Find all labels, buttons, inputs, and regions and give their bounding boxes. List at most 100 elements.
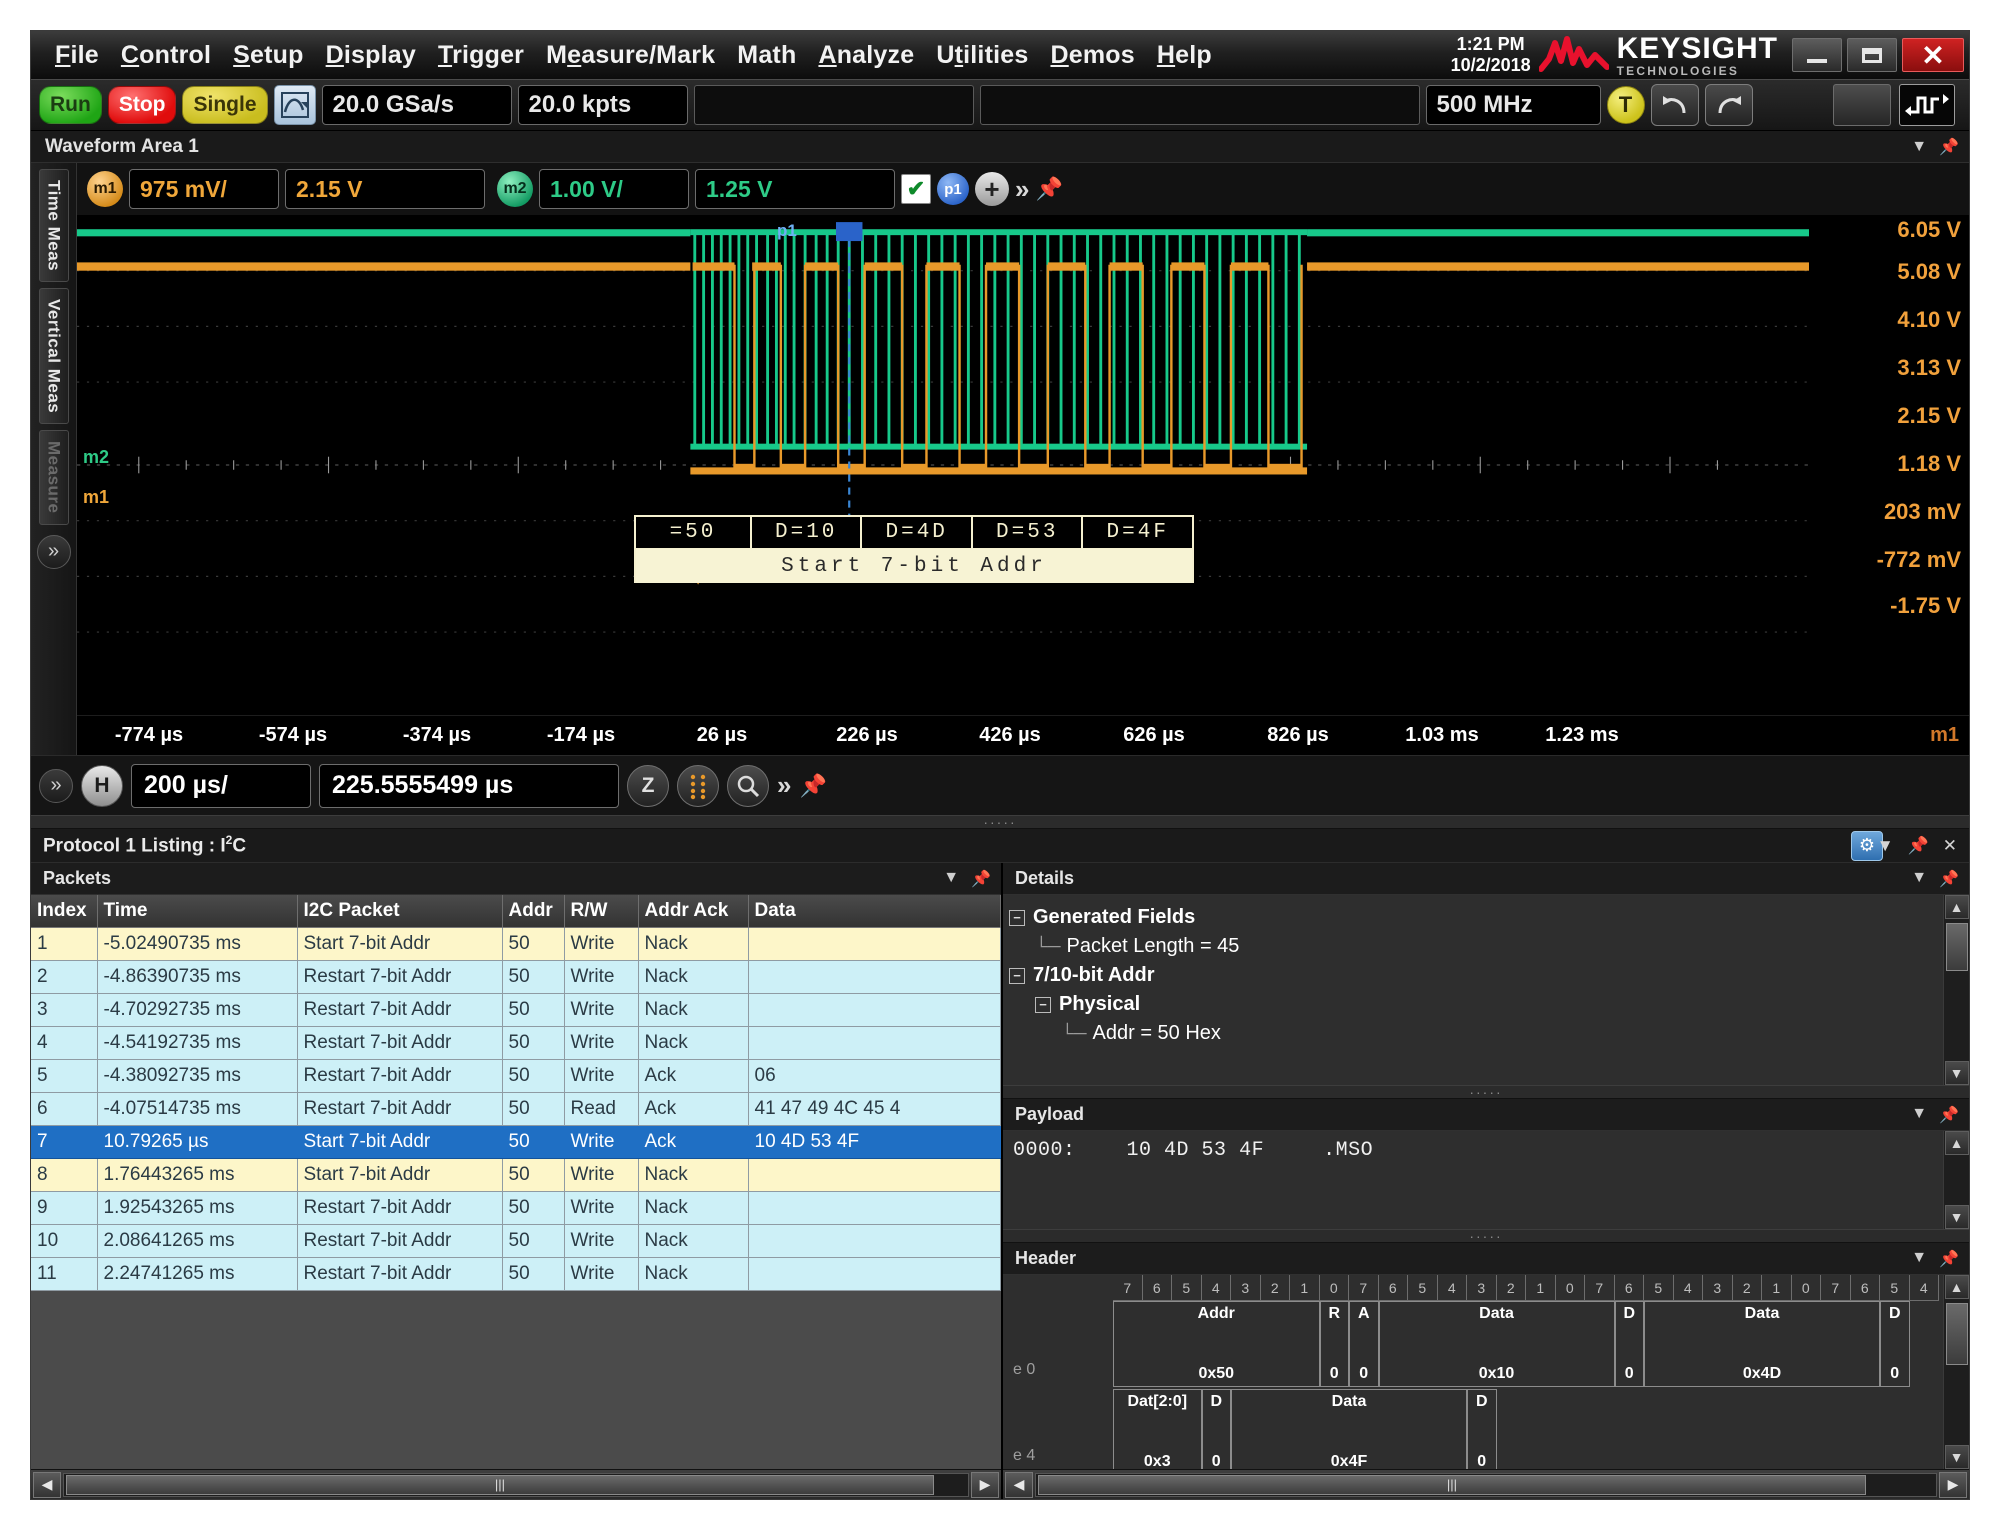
- menu-demos[interactable]: Demos: [1050, 41, 1134, 70]
- protocol-decode-bus[interactable]: =50 D=10 D=4D D=53 D=4F Start 7-bit Addr: [634, 515, 1194, 583]
- menu-measure-mark[interactable]: Measure/Mark: [546, 41, 715, 70]
- header-pin-icon[interactable]: 📌: [1939, 1249, 1959, 1269]
- rail-expand-icon[interactable]: »: [36, 534, 71, 569]
- menu-control[interactable]: Control: [121, 41, 211, 70]
- collapse-icon[interactable]: −: [1009, 909, 1025, 926]
- maximize-button[interactable]: [1847, 38, 1897, 72]
- packets-scroll-left-button[interactable]: ◀: [33, 1471, 61, 1498]
- toolbar-slot-a[interactable]: [693, 85, 974, 125]
- rail-tab-vertical-meas[interactable]: Vertical Meas: [38, 288, 69, 425]
- details-payload-splitter[interactable]: ·····: [1003, 1084, 1969, 1100]
- payload-header-splitter[interactable]: ·····: [1003, 1228, 1969, 1244]
- header-field[interactable]: D0: [1614, 1301, 1644, 1387]
- menu-analyze[interactable]: Analyze: [818, 41, 914, 70]
- table-row[interactable]: 5 -4.38092735 ms Restart 7-bit Addr 50 Write…: [31, 1059, 1001, 1093]
- tree-node[interactable]: └─ Addr = 50 Hex: [1009, 1019, 1963, 1048]
- details-tree[interactable]: − Generated Fields └─ Packet Length = 45−7/…: [1003, 895, 1969, 1085]
- table-row[interactable]: 4 -4.54192735 ms Restart 7-bit Addr 50 Write…: [31, 1026, 1001, 1060]
- protocol-close-icon[interactable]: ✕: [1943, 836, 1957, 856]
- payload-scroll-down-button[interactable]: ▼: [1944, 1205, 1969, 1229]
- payload-body[interactable]: 0000: 10 4D 53 4F .MSO ▲ ▼: [1003, 1131, 1969, 1229]
- header-scroll-thumb[interactable]: [1945, 1303, 1968, 1365]
- toolbar-slot-b[interactable]: [979, 85, 1420, 125]
- packets-scroll-right-button[interactable]: ▶: [971, 1471, 999, 1498]
- header-field[interactable]: Data 0x10: [1378, 1301, 1615, 1387]
- channel-m1-badge[interactable]: m1: [87, 171, 123, 207]
- autoscale-button[interactable]: [273, 85, 316, 125]
- header-scroll-up-button[interactable]: ▲: [1944, 1275, 1969, 1299]
- channel-more-icon[interactable]: »: [1015, 174, 1029, 205]
- table-row[interactable]: 1 -5.02490735 ms Start 7-bit Addr 50 Write Na…: [31, 927, 1001, 961]
- close-button[interactable]: ✕: [1902, 38, 1964, 72]
- tree-node[interactable]: − Physical: [1009, 990, 1963, 1019]
- header-field[interactable]: A0: [1349, 1301, 1379, 1387]
- channel-m2-offset[interactable]: 1.25 V: [695, 169, 895, 209]
- auto-setup-button[interactable]: [1899, 84, 1955, 126]
- waveform-grid[interactable]: m2 m1 p1 =50 D=10 D=4D D=53 D=4F Start 7…: [77, 215, 1809, 715]
- header-scroll-right-button[interactable]: ▶: [1939, 1471, 1967, 1498]
- table-row[interactable]: 8 1.76443265 ms Start 7-bit Addr 50 Write Nac…: [31, 1158, 1001, 1192]
- protocol-dropdown-icon[interactable]: ▼: [1877, 836, 1894, 856]
- timebase-position-field[interactable]: 225.5555499 µs: [319, 763, 619, 808]
- channel-pin-icon[interactable]: 📌: [1035, 176, 1062, 202]
- header-scroll-down-button[interactable]: ▼: [1944, 1445, 1969, 1469]
- sample-rate-field[interactable]: 20.0 GSa/s: [321, 85, 512, 125]
- col-addr[interactable]: Addr: [502, 895, 565, 928]
- segmented-memory-button[interactable]: [677, 764, 719, 807]
- payload-vscrollbar[interactable]: ▲ ▼: [1943, 1131, 1969, 1229]
- tree-node[interactable]: └─ Packet Length = 45: [1009, 932, 1963, 961]
- header-hscroll-thumb[interactable]: |||: [1038, 1474, 1866, 1495]
- col-index[interactable]: Index: [31, 895, 98, 928]
- channel-m1-scale[interactable]: 975 mV/: [129, 169, 279, 209]
- header-field[interactable]: Dat[2:0] 0x3: [1113, 1389, 1202, 1469]
- table-row[interactable]: 2 -4.86390735 ms Restart 7-bit Addr 50 Write…: [31, 960, 1001, 994]
- bandwidth-field[interactable]: 500 MHz: [1425, 85, 1601, 125]
- details-scroll-down-button[interactable]: ▼: [1944, 1061, 1969, 1085]
- header-field[interactable]: R0: [1319, 1301, 1349, 1387]
- col-addrack[interactable]: Addr Ack: [638, 895, 749, 928]
- zoom-mode-button[interactable]: Z: [627, 764, 669, 807]
- menu-help[interactable]: Help: [1157, 41, 1212, 70]
- ground-marker-m1[interactable]: m1: [83, 487, 109, 508]
- col-rw[interactable]: R/W: [564, 895, 639, 928]
- timebase-pin-icon[interactable]: 📌: [799, 773, 826, 799]
- ground-marker-m2[interactable]: m2: [83, 447, 109, 468]
- screenshot-button[interactable]: [1833, 84, 1891, 126]
- protocol-p1-badge[interactable]: p1: [937, 173, 969, 205]
- table-row[interactable]: 11 2.24741265 ms Restart 7-bit Addr 50 Write…: [31, 1257, 1001, 1291]
- table-row[interactable]: 9 1.92543265 ms Restart 7-bit Addr 50 Write N…: [31, 1191, 1001, 1225]
- redo-button[interactable]: [1704, 84, 1753, 126]
- table-row[interactable]: 10 2.08641265 ms Restart 7-bit Addr 50 Write…: [31, 1224, 1001, 1258]
- protocol-pin-icon[interactable]: 📌: [1908, 836, 1929, 856]
- header-field[interactable]: Data 0x4D: [1644, 1301, 1880, 1387]
- timebase-scale-field[interactable]: 200 µs/: [131, 763, 311, 808]
- channel-m2-scale[interactable]: 1.00 V/: [539, 169, 689, 209]
- run-button[interactable]: Run: [39, 86, 102, 124]
- header-scroll-left-button[interactable]: ◀: [1005, 1471, 1033, 1498]
- details-dropdown-icon[interactable]: ▼: [1911, 869, 1927, 889]
- collapse-icon[interactable]: −: [1035, 996, 1051, 1013]
- channel-m2-badge[interactable]: m2: [497, 171, 533, 207]
- header-hscrollbar[interactable]: ◀ ||| ▶: [1003, 1469, 1969, 1499]
- header-hscroll-track[interactable]: |||: [1035, 1472, 1937, 1497]
- details-scroll-thumb[interactable]: [1945, 923, 1968, 971]
- tree-node[interactable]: − Generated Fields: [1009, 903, 1963, 932]
- header-field[interactable]: Data 0x4F: [1231, 1389, 1467, 1469]
- stop-button[interactable]: Stop: [107, 86, 177, 124]
- search-button[interactable]: [727, 764, 769, 807]
- packets-hscrollbar[interactable]: ◀ ||| ▶: [31, 1469, 1001, 1499]
- tree-node[interactable]: −7/10-bit Addr: [1009, 961, 1963, 990]
- channel-m1-offset[interactable]: 2.15 V: [285, 169, 485, 209]
- rail-tab-measure[interactable]: Measure: [38, 430, 69, 525]
- undo-button[interactable]: [1650, 84, 1699, 126]
- table-row[interactable]: 3 -4.70292735 ms Restart 7-bit Addr 50 Write…: [31, 993, 1001, 1027]
- waveform-pin-icon[interactable]: 📌: [1939, 137, 1959, 157]
- details-vscrollbar[interactable]: ▲ ▼: [1943, 895, 1969, 1085]
- packets-pin-icon[interactable]: 📌: [971, 869, 991, 889]
- table-row[interactable]: 7 10.79265 µs Start 7-bit Addr 50 Write Ack 10…: [31, 1125, 1001, 1159]
- header-field[interactable]: D0: [1467, 1389, 1497, 1469]
- menu-math[interactable]: Math: [737, 41, 796, 70]
- waveform-dropdown-icon[interactable]: ▼: [1911, 138, 1927, 156]
- rail-tab-time-meas[interactable]: Time Meas: [38, 169, 69, 283]
- collapse-icon[interactable]: −: [1009, 967, 1025, 984]
